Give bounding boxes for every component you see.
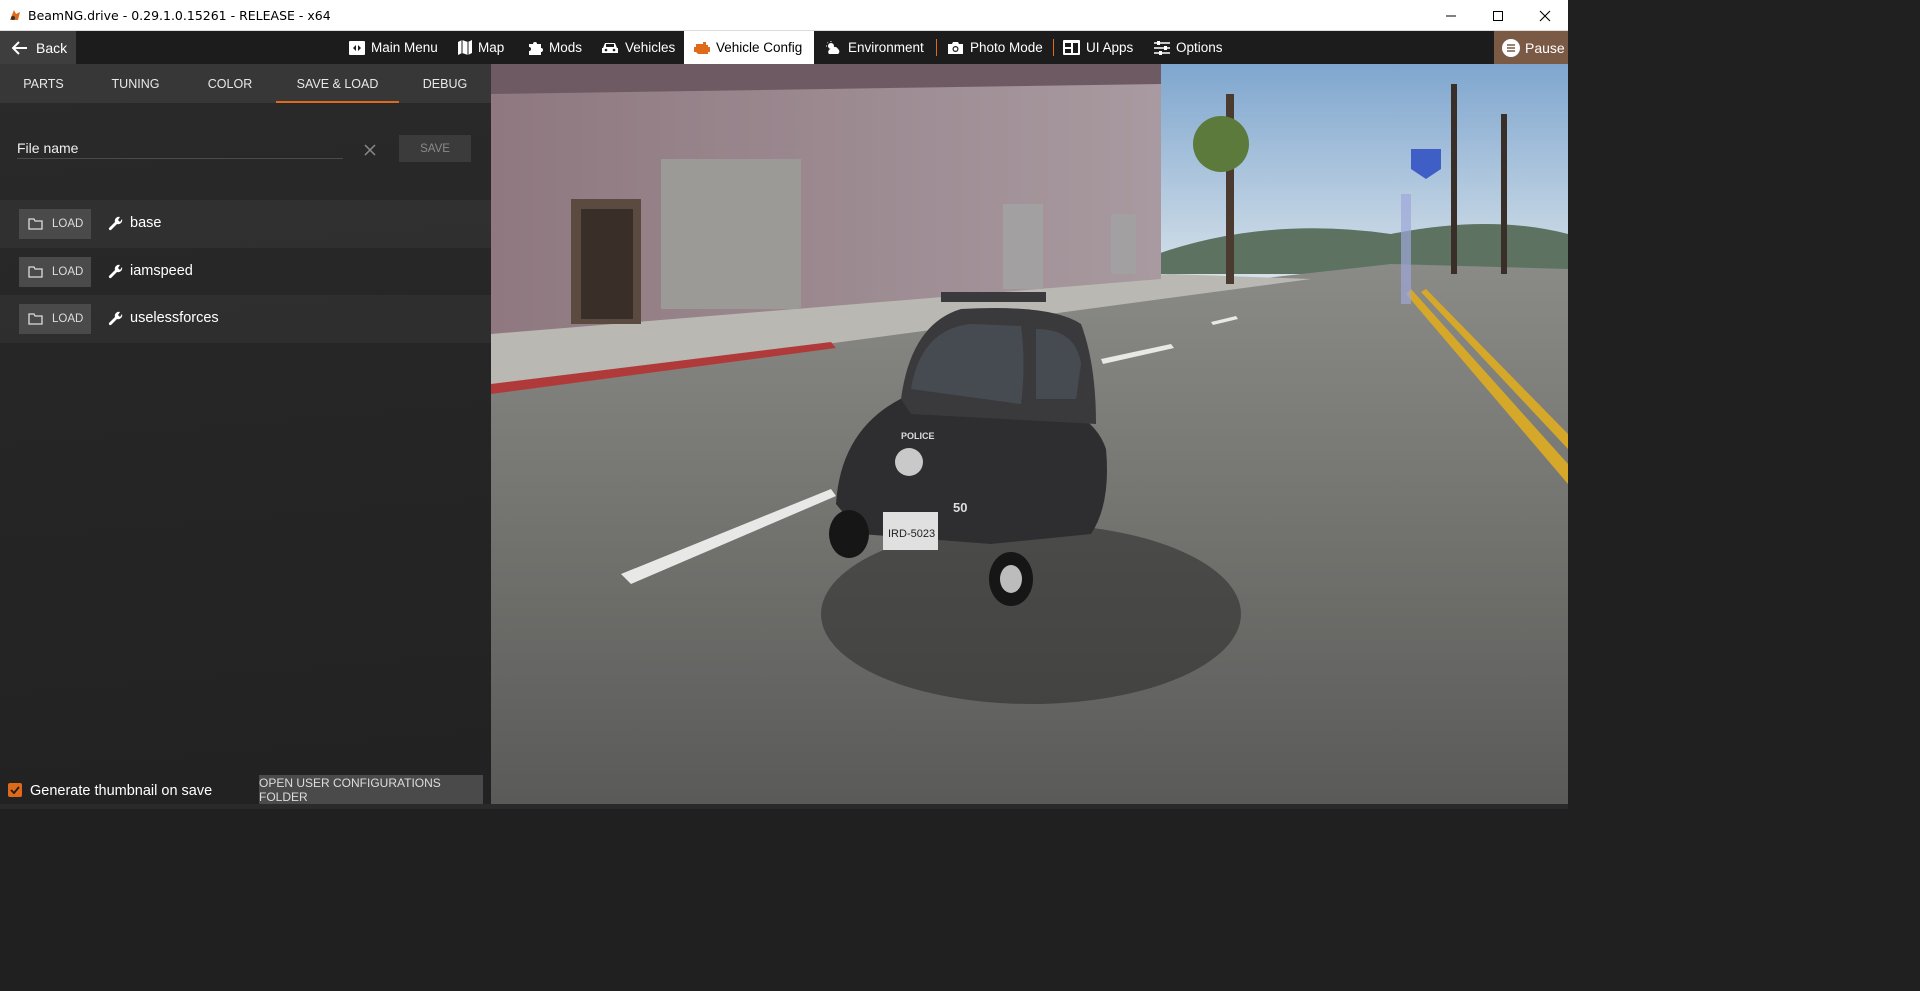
maximize-icon[interactable] [1474, 0, 1521, 31]
dashboard-icon [1063, 40, 1080, 55]
tab-label: TUNING [111, 76, 160, 91]
nav-label: UI Apps [1086, 40, 1134, 55]
tab-parts[interactable]: PARTS [0, 64, 87, 103]
config-list: LOAD base LOAD iamspeed LOAD uselessforc… [0, 200, 491, 343]
police-text: POLICE [901, 431, 935, 441]
camera-icon [948, 41, 963, 54]
folder-icon [28, 218, 43, 230]
tab-save-load[interactable]: SAVE & LOAD [276, 64, 399, 103]
nav-photo-mode[interactable]: Photo Mode [947, 31, 1043, 64]
panel-footer: Generate thumbnail on save OPEN USER CON… [0, 770, 491, 804]
load-label: LOAD [52, 313, 84, 325]
thumbnail-label: Generate thumbnail on save [30, 783, 213, 799]
load-label: LOAD [52, 265, 84, 278]
tab-tuning[interactable]: TUNING [87, 64, 184, 103]
nav-vehicle-config[interactable]: Vehicle Config [684, 31, 814, 64]
save-button[interactable]: SAVE [399, 135, 471, 162]
nav-label: Environment [848, 40, 924, 55]
nav-main-menu[interactable]: Main Menu [349, 31, 438, 64]
clear-icon[interactable] [363, 143, 377, 157]
engine-icon [694, 41, 710, 54]
wrench-icon [108, 264, 123, 278]
pause-label: Pause [1525, 39, 1565, 56]
nav-label: Vehicle Config [716, 40, 803, 55]
tab-label: PARTS [23, 76, 64, 91]
map-icon [458, 40, 472, 55]
tab-debug[interactable]: DEBUG [399, 64, 491, 103]
weather-icon [826, 40, 840, 54]
puzzle-icon [529, 41, 543, 55]
config-name[interactable]: uselessforces [130, 310, 219, 326]
wrench-icon [108, 311, 123, 326]
tab-label: DEBUG [422, 76, 468, 91]
tab-label: SAVE & LOAD [296, 76, 379, 91]
bottom-strip [0, 804, 1568, 809]
checkmark-icon [10, 786, 20, 795]
open-user-configurations-folder-button[interactable]: OPEN USER CONFIGURATIONS FOLDER [259, 775, 483, 804]
tab-color[interactable]: COLOR [184, 64, 276, 103]
minimize-icon[interactable] [1427, 0, 1474, 31]
license-plate-text: IRD-5023 [888, 528, 935, 540]
nav-vehicles[interactable]: Vehicles [601, 31, 675, 64]
config-tabs: PARTS TUNING COLOR SAVE & LOAD DEBUG [0, 64, 491, 103]
main-menu-icon [349, 40, 365, 55]
config-name[interactable]: iamspeed [130, 263, 193, 279]
window-title: BeamNG.drive - 0.29.1.0.15261 - RELEASE … [28, 7, 331, 23]
back-label: Back [36, 39, 68, 56]
close-icon[interactable] [1521, 0, 1568, 31]
game-viewport[interactable]: IRD-5023 50 POLICE [491, 64, 1568, 804]
scene-render: IRD-5023 50 POLICE [491, 64, 1568, 804]
tab-label: COLOR [207, 76, 253, 91]
nav-map[interactable]: Map [458, 31, 504, 64]
nav-options[interactable]: Options [1154, 31, 1223, 64]
save-file-row: File name SAVE [17, 133, 471, 173]
top-navigation-bar: Back Main Menu Map Mods Vehicles Vehicle… [0, 31, 1568, 64]
nav-separator [1053, 39, 1054, 56]
folder-icon [28, 265, 43, 278]
window-titlebar: BeamNG.drive - 0.29.1.0.15261 - RELEASE … [0, 0, 1568, 31]
config-name[interactable]: base [130, 215, 161, 231]
nav-environment[interactable]: Environment [825, 31, 924, 64]
nav-label: Mods [549, 40, 583, 55]
config-item: LOAD uselessforces [0, 295, 491, 343]
nav-label: Photo Mode [970, 40, 1043, 55]
config-item: LOAD iamspeed [0, 248, 491, 296]
sliders-icon [1154, 40, 1170, 55]
nav-label: Map [478, 40, 505, 55]
load-label: LOAD [52, 218, 84, 230]
thumbnail-checkbox[interactable] [8, 783, 22, 797]
wrench-icon [108, 216, 123, 231]
car-number-text: 50 [953, 500, 967, 515]
beamng-logo-icon [10, 10, 20, 20]
nav-mods[interactable]: Mods [527, 31, 582, 64]
config-item: LOAD base [0, 200, 491, 248]
nav-separator [936, 39, 937, 56]
nav-label: Options [1176, 40, 1223, 55]
load-button[interactable]: LOAD [19, 256, 91, 287]
load-button[interactable]: LOAD [19, 209, 91, 239]
nav-label: Main Menu [371, 40, 438, 55]
back-button[interactable]: Back [0, 31, 76, 64]
load-button[interactable]: LOAD [19, 304, 91, 334]
file-name-input[interactable]: File name [17, 133, 343, 159]
nav-ui-apps[interactable]: UI Apps [1063, 31, 1133, 64]
car-icon [602, 42, 618, 53]
pause-icon [1502, 38, 1520, 57]
pause-button[interactable]: Pause [1494, 31, 1568, 64]
vehicle-config-panel: PARTS TUNING COLOR SAVE & LOAD DEBUG Fil… [0, 64, 491, 804]
arrow-left-icon [12, 40, 27, 55]
folder-icon [28, 313, 43, 325]
nav-label: Vehicles [625, 40, 676, 55]
